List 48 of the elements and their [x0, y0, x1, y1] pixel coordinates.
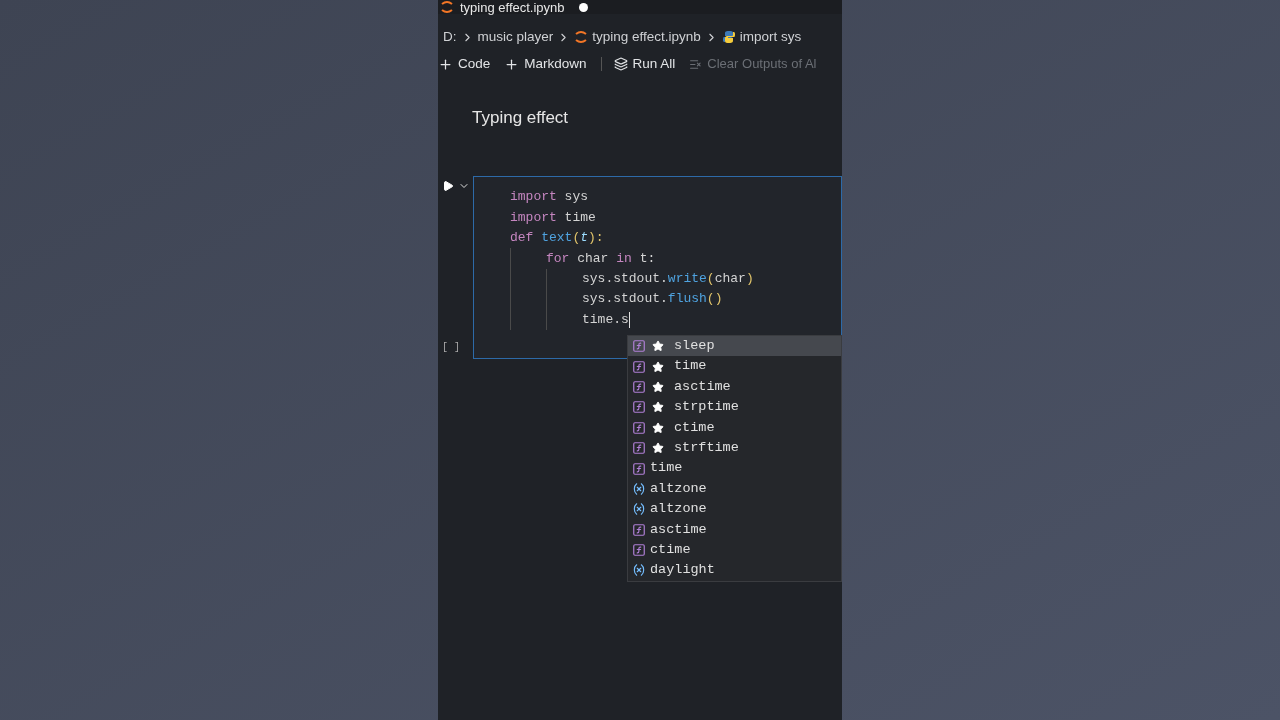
toolbar-button[interactable]: Run All [613, 53, 676, 75]
markdown-heading: Typing effect [472, 107, 569, 130]
suggestion-item[interactable]: asctime [628, 376, 841, 398]
code-line: sys.stdout.write(char) [582, 270, 754, 288]
suggestion-item[interactable]: time [628, 458, 841, 479]
run-cell-icon [442, 180, 454, 192]
breadcrumb-item[interactable]: import sys [739, 26, 802, 48]
variable-icon [632, 502, 646, 517]
toolbar-button[interactable]: Markdown [504, 53, 587, 75]
variable-icon [632, 563, 646, 578]
breadcrumb-item[interactable]: D: [443, 26, 457, 48]
function-icon [632, 400, 646, 415]
code-line: def text(t): [510, 229, 604, 248]
function-icon [632, 461, 646, 476]
breadcrumb-item[interactable]: typing effect.ipynb [592, 26, 701, 48]
function-icon [632, 522, 646, 537]
code-line: import sys [510, 188, 589, 207]
code-line: for char in t: [546, 249, 656, 268]
function-icon [632, 359, 646, 374]
function-icon [632, 420, 646, 435]
function-icon [632, 379, 646, 394]
suggestion-item[interactable]: altzone [628, 478, 841, 500]
suggestion-item[interactable]: strptime [628, 397, 841, 418]
breadcrumb-item[interactable]: music player [477, 26, 554, 48]
plus-icon [438, 56, 453, 72]
variable-icon [632, 481, 646, 496]
code-line: import time [510, 208, 596, 227]
suggestion-item[interactable]: altzone [628, 499, 841, 520]
suggestion-item[interactable]: asctime [628, 519, 841, 540]
suggestion-item[interactable]: sleep [628, 336, 841, 357]
suggestion-item[interactable]: strftime [628, 437, 841, 459]
notebook-icon [574, 30, 589, 44]
clear-icon [689, 57, 703, 71]
run-all-icon [613, 57, 628, 71]
suggestion-item[interactable]: daylight [628, 560, 841, 581]
suggestion-item[interactable]: ctime [628, 539, 841, 561]
toolbar-button[interactable]: Code [438, 53, 491, 75]
function-icon [632, 441, 646, 456]
code-line: time.s [582, 310, 629, 329]
function-icon [632, 339, 646, 354]
function-icon [632, 543, 646, 558]
python-icon [721, 30, 736, 44]
plus-icon [504, 56, 520, 72]
execution-count: [ ] [442, 341, 461, 355]
suggestion-item[interactable]: time [628, 356, 841, 377]
suggestion-item[interactable]: ctime [628, 417, 841, 438]
code-line: sys.stdout.flush() [582, 290, 723, 309]
notebook-icon [440, 0, 454, 14]
